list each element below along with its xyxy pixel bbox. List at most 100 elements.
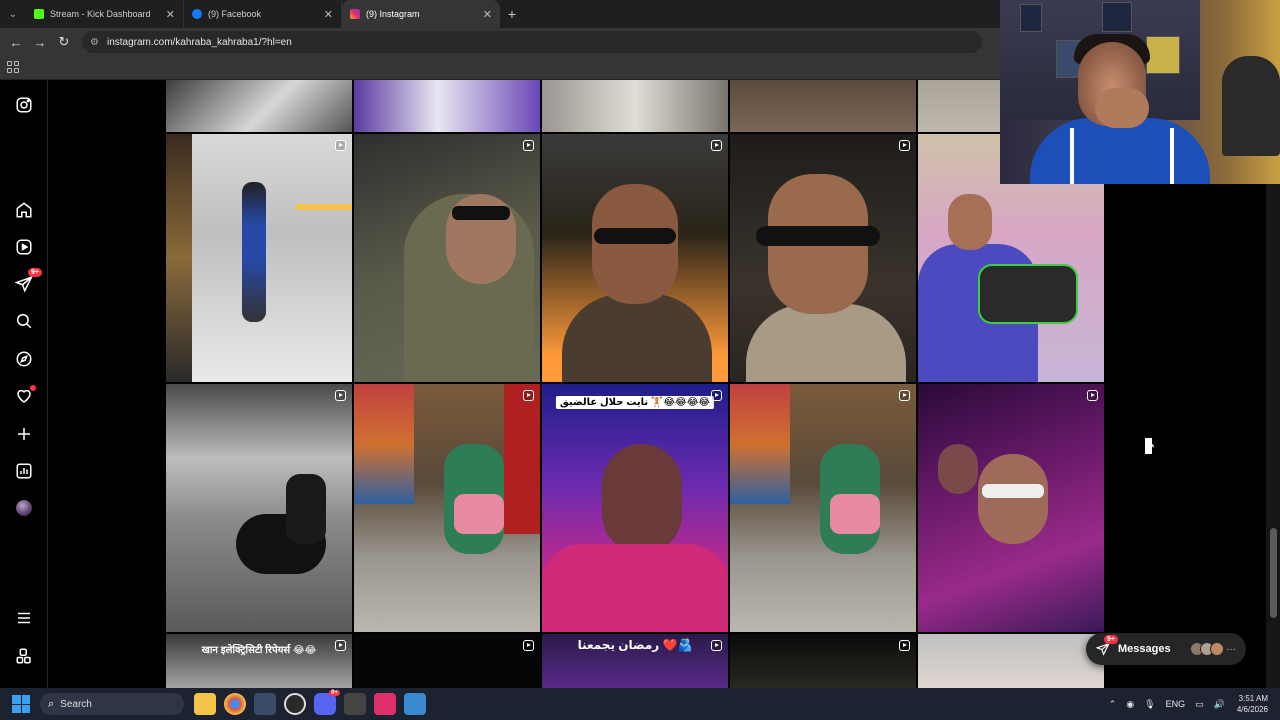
apps-grid-icon[interactable] <box>7 61 19 73</box>
reel-icon <box>523 640 534 651</box>
wall-poster <box>1146 36 1180 74</box>
video-caption: खान इलेक्ट्रिसिटी रिपेयर्स 😂😂 <box>201 645 317 656</box>
grid-post[interactable] <box>918 634 1104 688</box>
create-plus-icon[interactable] <box>14 424 34 444</box>
notifications-heart-icon[interactable] <box>14 385 36 406</box>
chevron-up-icon[interactable]: ⌃ <box>1109 699 1117 710</box>
browser-tab-bar: ⌄ Stream - Kick Dashboard ✕ (9) Facebook… <box>0 0 1000 28</box>
instagram-sidebar: 9+ <box>0 80 48 688</box>
clock[interactable]: 3:51 AM 4/6/2026 <box>1237 693 1268 715</box>
explore-compass-icon[interactable] <box>14 349 34 369</box>
app-icon[interactable] <box>404 693 426 715</box>
messages-pill[interactable]: 9+ Messages ··· <box>1086 633 1246 665</box>
bookmarks-bar <box>0 56 1000 80</box>
reel-icon <box>711 140 722 151</box>
scrollbar-thumb[interactable] <box>1270 528 1277 618</box>
reel-icon <box>335 390 346 401</box>
grid-post[interactable] <box>354 80 540 132</box>
home-icon[interactable] <box>14 200 34 220</box>
back-arrow-icon[interactable]: ← <box>4 30 28 54</box>
tab-label: Stream - Kick Dashboard <box>50 9 151 19</box>
figure <box>1222 56 1280 156</box>
jacket-stripe <box>1170 128 1174 184</box>
tab-instagram[interactable]: (9) Instagram ✕ <box>342 0 500 28</box>
clock-date: 4/6/2026 <box>1236 705 1268 714</box>
address-bar-row: ← → ↻ ⚙ instagram.com/kahraba_kahraba1/?… <box>0 28 1000 56</box>
dashboard-chart-icon[interactable] <box>14 461 34 481</box>
url-input[interactable]: ⚙ instagram.com/kahraba_kahraba1/?hl=en <box>82 31 982 53</box>
reel-icon <box>711 390 722 401</box>
grid-post[interactable] <box>166 384 352 632</box>
webcam-overlay <box>1000 0 1280 184</box>
grid-post[interactable]: نايت حلال عالضيق 🏋😂😂😂😂 <box>542 384 728 632</box>
more-menu-icon[interactable] <box>14 608 34 628</box>
grid-post[interactable] <box>354 634 540 688</box>
more-dots-icon: ··· <box>1226 643 1236 655</box>
reel-icon <box>899 390 910 401</box>
grid-post[interactable] <box>918 384 1104 632</box>
instagram-favicon-icon <box>350 9 360 19</box>
reel-icon <box>899 140 910 151</box>
reels-icon[interactable] <box>14 237 34 257</box>
grid-post[interactable] <box>354 134 540 382</box>
network-icon[interactable]: ▭ <box>1195 699 1204 710</box>
app-icon[interactable] <box>254 693 276 715</box>
close-tab-icon[interactable]: ✕ <box>166 8 175 21</box>
grid-post[interactable] <box>542 80 728 132</box>
instagram-logo-icon[interactable] <box>14 95 34 115</box>
search-icon[interactable] <box>14 311 34 331</box>
new-tab-button[interactable]: + <box>500 0 524 28</box>
jacket-stripe <box>1070 128 1074 184</box>
kick-favicon-icon <box>34 9 44 19</box>
reel-icon <box>1087 390 1098 401</box>
app-icon[interactable] <box>344 693 366 715</box>
grid-post[interactable] <box>354 384 540 632</box>
grid-post[interactable]: رمضان يجمعنا ❤️🫂 <box>542 634 728 688</box>
volume-icon[interactable]: 🔊 <box>1214 699 1225 710</box>
tab-label: (9) Facebook <box>208 9 262 19</box>
app-tray-icon[interactable]: ◉ <box>1126 699 1134 710</box>
taskbar-search[interactable]: ⌕ Search <box>40 693 184 715</box>
profile-avatar[interactable] <box>14 498 34 518</box>
chrome-icon[interactable] <box>224 693 246 715</box>
grid-post[interactable] <box>730 134 916 382</box>
reel-icon <box>523 140 534 151</box>
unread-dot <box>30 385 36 391</box>
reel-icon <box>899 640 910 651</box>
discord-icon[interactable]: 9+ <box>314 690 340 715</box>
grid-post[interactable] <box>730 80 916 132</box>
reload-icon[interactable]: ↻ <box>52 30 76 54</box>
grid-post[interactable] <box>166 80 352 132</box>
grid-post[interactable] <box>730 384 916 632</box>
grid-post[interactable] <box>542 134 728 382</box>
search-placeholder: Search <box>60 698 92 710</box>
also-from-meta-icon[interactable] <box>14 646 34 666</box>
site-info-icon[interactable]: ⚙ <box>90 37 99 48</box>
url-text: instagram.com/kahraba_kahraba1/?hl=en <box>106 36 292 48</box>
tab-facebook[interactable]: (9) Facebook ✕ <box>184 0 342 28</box>
obs-icon[interactable] <box>284 693 306 715</box>
microphone-icon[interactable]: 🎙 <box>1144 699 1155 710</box>
forward-arrow-icon[interactable]: → <box>28 30 52 54</box>
language-indicator[interactable]: ENG <box>1166 699 1186 709</box>
discord-badge: 9+ <box>329 690 340 696</box>
close-tab-icon[interactable]: ✕ <box>324 8 333 21</box>
tiktok-icon[interactable] <box>374 693 396 715</box>
avatar <box>1210 642 1224 656</box>
avatar <box>16 500 32 516</box>
send-icon: 9+ <box>1095 635 1118 656</box>
video-caption: نايت حلال عالضيق 🏋😂😂😂😂 <box>555 396 715 409</box>
messages-icon[interactable]: 9+ <box>14 268 42 294</box>
reel-icon <box>335 140 346 151</box>
grid-post[interactable]: खान इलेक्ट्रिसिटी रिपेयर्स 😂😂 <box>166 634 352 688</box>
windows-start-icon[interactable] <box>12 695 30 713</box>
tab-search-button[interactable]: ⌄ <box>0 0 26 28</box>
clock-time: 3:51 AM <box>1238 694 1268 703</box>
grid-post[interactable] <box>730 634 916 688</box>
wall-poster <box>1020 4 1042 32</box>
tab-kick-dashboard[interactable]: Stream - Kick Dashboard ✕ <box>26 0 184 28</box>
grid-post[interactable] <box>166 134 352 382</box>
search-icon: ⌕ <box>48 697 55 710</box>
close-tab-icon[interactable]: ✕ <box>483 8 492 21</box>
file-explorer-icon[interactable] <box>194 693 216 715</box>
